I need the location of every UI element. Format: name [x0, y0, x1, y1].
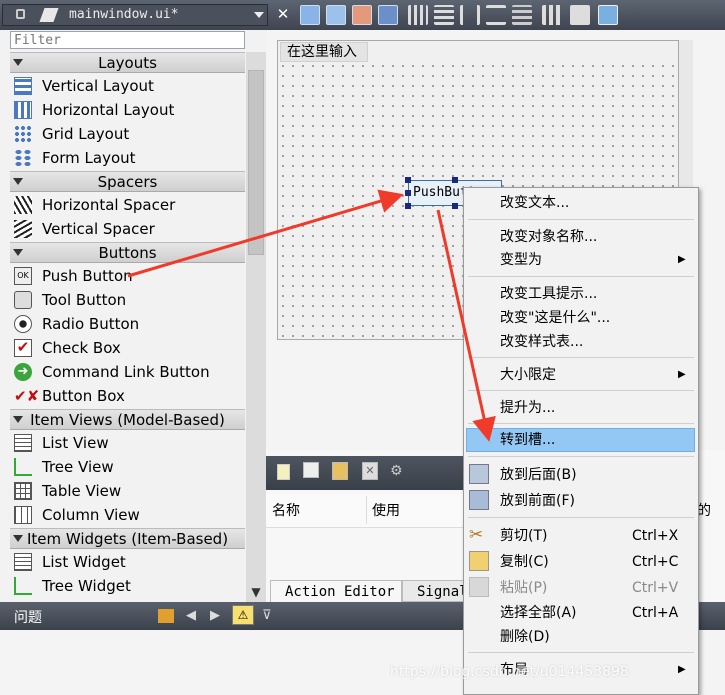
annotation-arrows — [127, 189, 496, 442]
arrow-to-go-to-slot — [436, 209, 496, 442]
arrow-to-push-button — [127, 189, 404, 278]
watermark: https://blog.csdn.net/u014453898 — [390, 664, 629, 680]
